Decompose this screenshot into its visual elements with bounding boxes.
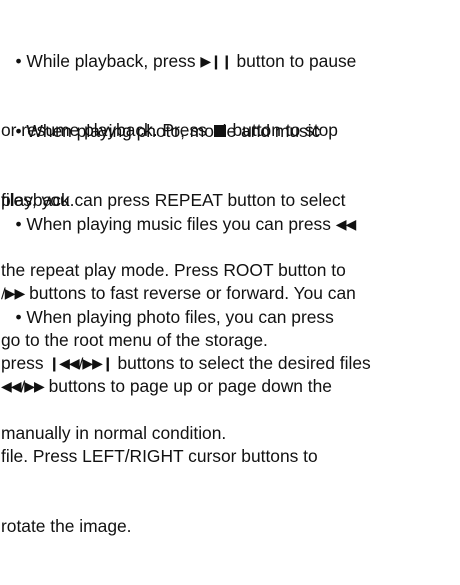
text-line: • When playing music files you can press… [1, 213, 357, 234]
manual-page: • While playback, press ▶❙❙ button to pa… [0, 0, 460, 537]
text-line: • When playing photo, movie and music [1, 120, 321, 141]
fast-reverse-icon: ◀◀ [335, 216, 357, 233]
play-pause-icon: ▶❙❙ [200, 53, 232, 70]
text-line: file. Press LEFT/RIGHT cursor buttons to [1, 446, 318, 467]
page-up-down-icon: ◀◀/▶▶ [1, 379, 45, 396]
paragraph-photo: • When playing photo files, you can pres… [1, 259, 334, 585]
text-line: • While playback, press ▶❙❙ button to pa… [1, 50, 357, 71]
text-line: ◀◀/▶▶ buttons to page up or page down th… [1, 376, 332, 397]
text-line: rotate the image. [1, 516, 132, 537]
text-line: • When playing photo files, you can pres… [1, 306, 334, 327]
